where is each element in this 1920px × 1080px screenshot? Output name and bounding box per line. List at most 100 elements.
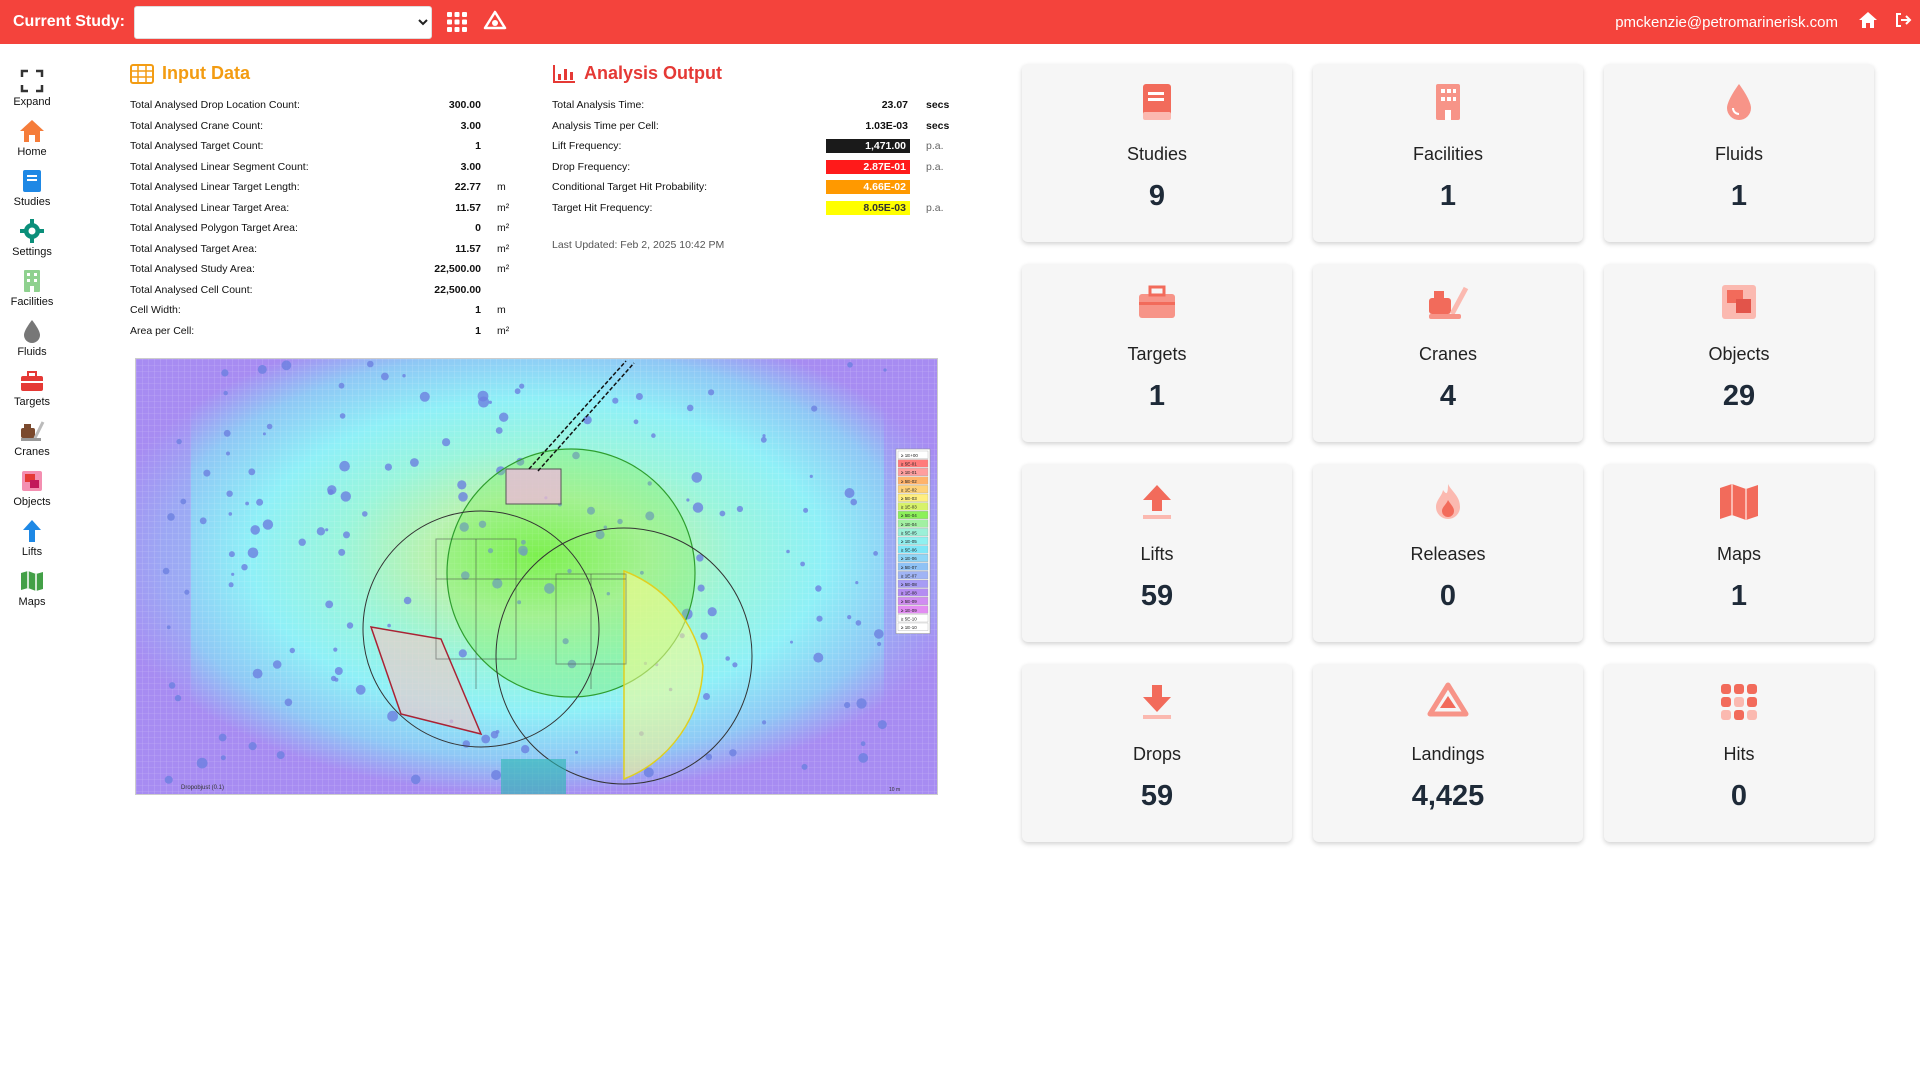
- drop-location-marker: [499, 412, 509, 422]
- sidebar-item-studies[interactable]: Studies: [0, 168, 64, 218]
- drop-location-marker: [488, 400, 492, 404]
- book-icon: [1022, 80, 1292, 124]
- card-landings[interactable]: Landings 4,425: [1313, 664, 1583, 842]
- drop-location-marker: [442, 438, 451, 447]
- droplet-icon: [24, 320, 40, 343]
- input-unit: m: [497, 181, 506, 193]
- input-row: Cell Width: 1 m: [130, 300, 520, 321]
- flame-icon: [1313, 480, 1583, 524]
- sidebar-item-facilities[interactable]: Facilities: [0, 268, 64, 318]
- card-hits[interactable]: Hits 0: [1604, 664, 1874, 842]
- drop-location-marker: [815, 585, 822, 592]
- sidebar-item-settings[interactable]: Settings: [0, 218, 64, 268]
- building-icon: [24, 270, 40, 292]
- drop-location-marker: [167, 513, 175, 521]
- drop-location-marker: [176, 438, 182, 445]
- card-objects[interactable]: Objects 29: [1604, 264, 1874, 442]
- drop-location-marker: [877, 641, 882, 647]
- output-label: Lift Frequency:: [552, 140, 622, 152]
- card-facilities[interactable]: Facilities 1: [1313, 64, 1583, 242]
- toolbox-icon: [21, 371, 43, 391]
- sidebar-item-fluids[interactable]: Fluids: [0, 318, 64, 368]
- home-icon: [20, 120, 44, 142]
- gear-icon: [20, 219, 44, 243]
- current-study-select[interactable]: [134, 5, 432, 39]
- drop-location-marker: [384, 463, 392, 471]
- legend-label: ≥ 1E-05: [901, 539, 917, 544]
- drop-location-marker: [703, 693, 710, 700]
- top-bar: Current Study: pmckenzie@petromarinerisk…: [0, 0, 1920, 44]
- drop-location-marker: [223, 390, 228, 396]
- card-lifts[interactable]: Lifts 59: [1022, 464, 1292, 642]
- sidebar-item-home[interactable]: Home: [0, 118, 64, 168]
- table-icon: [130, 63, 154, 84]
- card-label: Landings: [1411, 744, 1485, 764]
- card-fluids[interactable]: Fluids 1: [1604, 64, 1874, 242]
- drop-location-marker: [686, 498, 690, 502]
- landing-icon[interactable]: [482, 9, 508, 35]
- drop-location-marker: [692, 502, 704, 513]
- sidebar-item-maps[interactable]: Maps: [0, 568, 64, 618]
- input-value: 3.00: [460, 160, 481, 173]
- drop-location-marker: [762, 434, 766, 438]
- last-updated: Last Updated: Feb 2, 2025 10:42 PM: [552, 239, 725, 251]
- current-study-label: Current Study:: [13, 13, 125, 30]
- risk-heatmap[interactable]: ≥ 1E+00 ≥ 5E-01 ≥ 1E-01 ≥ 5E-02 ≥ 1E-02 ≥ 5E-…: [135, 358, 938, 795]
- output-row: Target Hit Frequency: 8.05E-03 p.a.: [552, 198, 962, 219]
- input-row: Total Analysed Linear Segment Count: 3.00: [130, 157, 520, 178]
- input-value: 1: [475, 324, 481, 337]
- card-cranes[interactable]: Cranes 4: [1313, 264, 1583, 442]
- crane-icon: [21, 421, 45, 441]
- card-maps[interactable]: Maps 1: [1604, 464, 1874, 642]
- drop-location-marker: [813, 652, 824, 663]
- output-unit: p.a.: [926, 140, 944, 152]
- drop-location-marker: [180, 498, 187, 505]
- output-row: Lift Frequency: 1,471.00 p.a.: [552, 136, 962, 157]
- drop-location-marker: [250, 525, 260, 535]
- sidebar-item-label: Lifts: [21, 546, 43, 558]
- drop-location-marker: [228, 582, 234, 588]
- card-releases[interactable]: Releases 0: [1313, 464, 1583, 642]
- drop-location-marker: [248, 468, 256, 476]
- sidebar-item-objects[interactable]: Objects: [0, 468, 64, 518]
- drop-location-marker: [574, 750, 579, 754]
- drop-location-marker: [284, 698, 293, 707]
- input-row: Total Analysed Target Count: 1: [130, 136, 520, 157]
- logout-icon[interactable]: [1894, 11, 1912, 34]
- user-email[interactable]: pmckenzie@petromarinerisk.com: [1615, 14, 1838, 31]
- drop-location-marker: [856, 698, 867, 709]
- drop-location-marker: [612, 397, 619, 404]
- drop-location-marker: [223, 429, 231, 437]
- drop-location-marker: [850, 498, 857, 506]
- sidebar-item-expand[interactable]: Expand: [0, 68, 64, 118]
- drop-location-marker: [262, 432, 266, 436]
- output-value: 4.66E-02: [826, 180, 910, 194]
- drop-location-marker: [387, 623, 391, 628]
- drop-location-marker: [860, 741, 866, 747]
- card-studies[interactable]: Studies 9: [1022, 64, 1292, 242]
- grid-dots-icon[interactable]: [444, 9, 470, 35]
- drop-location-marker: [707, 607, 717, 617]
- drop-location-marker: [218, 733, 227, 742]
- bar-chart-icon: [553, 64, 575, 83]
- arrow-up-icon: [1022, 480, 1292, 524]
- drop-location-marker: [334, 667, 343, 675]
- droplet-icon: [1604, 80, 1874, 124]
- analysis-output-title: Analysis Output: [552, 63, 722, 84]
- heatmap-canvas: ≥ 1E+00 ≥ 5E-01 ≥ 1E-01 ≥ 5E-02 ≥ 1E-02 ≥ 5E-…: [136, 359, 937, 794]
- arrow-down-icon: [1022, 680, 1292, 724]
- drop-location-marker: [226, 490, 233, 497]
- drop-location-marker: [410, 458, 419, 467]
- sidebar-item-lifts[interactable]: Lifts: [0, 518, 64, 568]
- card-targets[interactable]: Targets 1: [1022, 264, 1292, 442]
- card-value: 0: [1439, 580, 1457, 612]
- sidebar-item-targets[interactable]: Targets: [0, 368, 64, 418]
- home-icon[interactable]: [1858, 10, 1878, 35]
- input-unit: m²: [497, 263, 510, 275]
- sidebar-item-cranes[interactable]: Cranes: [0, 418, 64, 468]
- drop-location-marker: [633, 419, 639, 425]
- drop-location-marker: [231, 572, 235, 576]
- card-drops[interactable]: Drops 59: [1022, 664, 1292, 842]
- input-row: Total Analysed Cell Count: 22,500.00: [130, 280, 520, 301]
- input-data-title-text: Input Data: [162, 63, 250, 83]
